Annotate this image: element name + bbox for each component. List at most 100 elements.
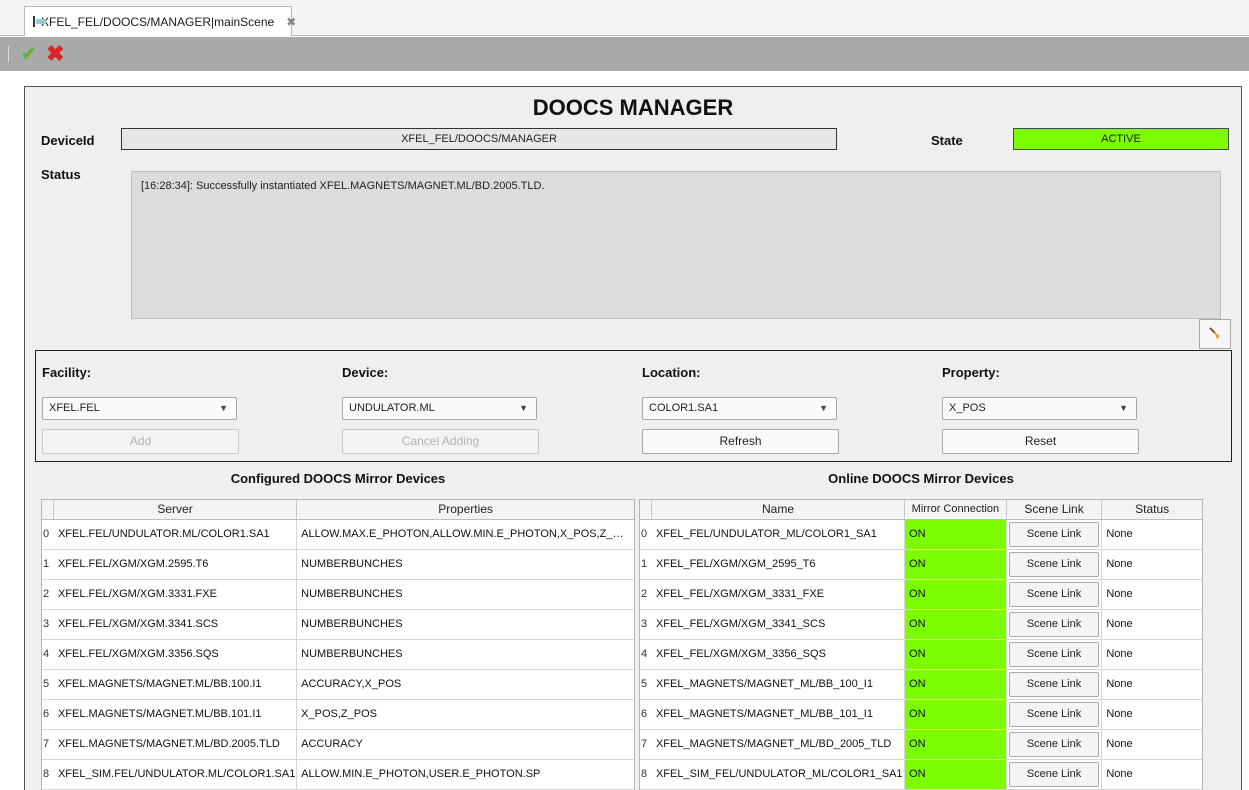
location-select[interactable]: COLOR1.SA1 ▼ [642, 397, 837, 420]
device-select[interactable]: UNDULATOR.ML ▼ [342, 397, 537, 420]
properties-cell[interactable]: NUMBERBUNCHES [297, 550, 634, 579]
tab-main-scene[interactable]: XFEL_FEL/DOOCS/MANAGER|mainScene ✖ [24, 6, 296, 36]
property-value: X_POS [949, 402, 986, 414]
column-header-scene-link[interactable]: Scene Link [1007, 500, 1103, 519]
server-cell[interactable]: XFEL_SIM.FEL/UNDULATOR.ML/COLOR1.SA1 [54, 760, 298, 789]
table-row[interactable]: 8 XFEL_SIM.FEL/UNDULATOR.ML/COLOR1.SA1 ALL… [42, 760, 634, 790]
column-header-properties[interactable]: Properties [297, 500, 634, 519]
scene-link-button[interactable]: Scene Link [1008, 702, 1100, 727]
table-row[interactable]: 2 XFEL.FEL/XGM/XGM.3331.FXE NUMBERBUNCHES [42, 580, 634, 610]
scene-link-cell: Scene Link [1007, 670, 1103, 699]
row-index: 7 [43, 738, 50, 750]
scene-link-button[interactable]: Scene Link [1008, 552, 1100, 577]
server-cell[interactable]: XFEL.MAGNETS/MAGNET.ML/BB.101.I1 [54, 700, 298, 729]
reset-button[interactable]: Reset [942, 429, 1139, 454]
table-row[interactable]: 6 XFEL_MAGNETS/MAGNET_ML/BB_101_I1 ON Scene… [640, 700, 1202, 730]
name-cell[interactable]: XFEL_MAGNETS/MAGNET_ML/BB_101_I1 [652, 700, 906, 729]
table-row[interactable]: 8 XFEL_SIM_FEL/UNDULATOR_ML/COLOR1_SA1 ON S… [640, 760, 1202, 790]
table-row[interactable]: 7 XFEL.MAGNETS/MAGNET.ML/BD.2005.TLD ACCUR… [42, 730, 634, 760]
device-id-field: XFEL_FEL/DOOCS/MANAGER [121, 128, 837, 150]
online-devices-title: Online DOOCS Mirror Devices [828, 471, 1014, 486]
name-cell[interactable]: XFEL_MAGNETS/MAGNET_ML/BD_2005_TLD [652, 730, 906, 759]
column-header-server[interactable]: Server [54, 500, 298, 519]
server-cell[interactable]: XFEL.MAGNETS/MAGNET.ML/BB.100.I1 [54, 670, 298, 699]
scene-link-cell: Scene Link [1007, 760, 1103, 789]
scene-link-button[interactable]: Scene Link [1008, 642, 1100, 667]
name-cell[interactable]: XFEL_FEL/XGM/XGM_2595_T6 [652, 550, 906, 579]
properties-cell[interactable]: ALLOW.MIN.E_PHOTON,USER.E_PHOTON.SP [297, 760, 634, 789]
scene-icon [33, 16, 46, 27]
properties-cell[interactable]: ACCURACY,X_POS [297, 670, 634, 699]
cancel-adding-button[interactable]: Cancel Adding [342, 429, 539, 454]
apply-check-icon[interactable]: ✔ [21, 45, 36, 63]
properties-cell[interactable]: ALLOW.MAX.E_PHOTON,ALLOW.MIN.E_PHOTON,X_… [297, 520, 634, 549]
column-header-status[interactable]: Status [1102, 500, 1202, 519]
table-row[interactable]: 4 XFEL_FEL/XGM/XGM_3356_SQS ON Scene Link No… [640, 640, 1202, 670]
row-index: 1 [43, 558, 50, 570]
device-value: UNDULATOR.ML [349, 402, 435, 414]
mirror-connection-cell: ON [905, 760, 1007, 789]
scene-link-button[interactable]: Scene Link [1008, 732, 1100, 757]
scene-link-button[interactable]: Scene Link [1008, 672, 1100, 697]
name-cell[interactable]: XFEL_FEL/UNDULATOR_ML/COLOR1_SA1 [652, 520, 906, 549]
column-header-name[interactable]: Name [652, 500, 906, 519]
table-row[interactable]: 2 XFEL_FEL/XGM/XGM_3331_FXE ON Scene Link No… [640, 580, 1202, 610]
server-cell[interactable]: XFEL.MAGNETS/MAGNET.ML/BD.2005.TLD [54, 730, 298, 759]
status-cell: None [1106, 558, 1133, 570]
table-row[interactable]: 0 XFEL_FEL/UNDULATOR_ML/COLOR1_SA1 ON Scene… [640, 520, 1202, 550]
scene-link-button[interactable]: Scene Link [1008, 582, 1100, 607]
row-index: 4 [641, 648, 648, 660]
table-row[interactable]: 6 XFEL.MAGNETS/MAGNET.ML/BB.101.I1 X_POS,Z… [42, 700, 634, 730]
table-row[interactable]: 1 XFEL.FEL/XGM/XGM.2595.T6 NUMBERBUNCHES [42, 550, 634, 580]
close-tab-icon[interactable]: ✖ [286, 15, 296, 29]
server-cell[interactable]: XFEL.FEL/XGM/XGM.3341.SCS [54, 610, 298, 639]
table-body: 0 XFEL.FEL/UNDULATOR.ML/COLOR1.SA1 ALLOW.M… [42, 520, 634, 790]
properties-cell[interactable]: NUMBERBUNCHES [297, 640, 634, 669]
name-cell[interactable]: XFEL_MAGNETS/MAGNET_ML/BB_100_I1 [652, 670, 906, 699]
table-row[interactable]: 5 XFEL.MAGNETS/MAGNET.ML/BB.100.I1 ACCURAC… [42, 670, 634, 700]
location-label: Location: [642, 365, 701, 380]
scene-link-button[interactable]: Scene Link [1008, 522, 1100, 547]
header-corner [42, 500, 54, 519]
name-cell[interactable]: XFEL_FEL/XGM/XGM_3356_SQS [652, 640, 906, 669]
row-index: 8 [43, 768, 50, 780]
server-cell[interactable]: XFEL.FEL/XGM/XGM.3331.FXE [54, 580, 298, 609]
scene-link-button[interactable]: Scene Link [1008, 612, 1100, 637]
properties-cell[interactable]: NUMBERBUNCHES [297, 580, 634, 609]
facility-select[interactable]: XFEL.FEL ▼ [42, 397, 237, 420]
facility-value: XFEL.FEL [49, 402, 100, 414]
server-cell[interactable]: XFEL.FEL/XGM/XGM.2595.T6 [54, 550, 298, 579]
table-row[interactable]: 4 XFEL.FEL/XGM/XGM.3356.SQS NUMBERBUNCHES [42, 640, 634, 670]
scene-link-cell: Scene Link [1007, 730, 1103, 759]
name-cell[interactable]: XFEL_FEL/XGM/XGM_3331_FXE [652, 580, 906, 609]
status-cell: None [1106, 648, 1133, 660]
properties-cell[interactable]: NUMBERBUNCHES [297, 610, 634, 639]
server-cell[interactable]: XFEL.FEL/XGM/XGM.3356.SQS [54, 640, 298, 669]
status-log: [16:28:34]: Successfully instantiated XF… [131, 171, 1221, 319]
name-cell[interactable]: XFEL_SIM_FEL/UNDULATOR_ML/COLOR1_SA1 [652, 760, 906, 789]
clear-log-button[interactable] [1199, 319, 1231, 349]
server-cell[interactable]: XFEL.FEL/UNDULATOR.ML/COLOR1.SA1 [54, 520, 298, 549]
table-row[interactable]: 5 XFEL_MAGNETS/MAGNET_ML/BB_100_I1 ON Scene… [640, 670, 1202, 700]
properties-cell[interactable]: ACCURACY [297, 730, 634, 759]
table-row[interactable]: 3 XFEL_FEL/XGM/XGM_3341_SCS ON Scene Link No… [640, 610, 1202, 640]
property-select[interactable]: X_POS ▼ [942, 397, 1137, 420]
name-cell[interactable]: XFEL_FEL/XGM/XGM_3341_SCS [652, 610, 906, 639]
cancel-x-icon[interactable]: ✖ [46, 43, 64, 65]
chevron-down-icon: ▼ [519, 403, 528, 413]
configured-devices-title: Configured DOOCS Mirror Devices [230, 471, 446, 486]
table-row[interactable]: 3 XFEL.FEL/XGM/XGM.3341.SCS NUMBERBUNCHES [42, 610, 634, 640]
mirror-connection-cell: ON [905, 640, 1007, 669]
table-row[interactable]: 0 XFEL.FEL/UNDULATOR.ML/COLOR1.SA1 ALLOW.M… [42, 520, 634, 550]
column-header-mirror-connection[interactable]: Mirror Connection [905, 500, 1007, 519]
table-row[interactable]: 1 XFEL_FEL/XGM/XGM_2595_T6 ON Scene Link Non… [640, 550, 1202, 580]
table-row[interactable]: 7 XFEL_MAGNETS/MAGNET_ML/BD_2005_TLD ON Sce… [640, 730, 1202, 760]
mirror-connection-cell: ON [905, 580, 1007, 609]
add-button[interactable]: Add [42, 429, 239, 454]
row-index: 5 [641, 678, 648, 690]
filter-panel: Facility: XFEL.FEL ▼ Add Device: UNDULAT… [35, 350, 1232, 462]
refresh-button[interactable]: Refresh [642, 429, 839, 454]
toolbar: ✔ ✖ [0, 37, 1249, 71]
properties-cell[interactable]: X_POS,Z_POS [297, 700, 634, 729]
scene-link-button[interactable]: Scene Link [1008, 762, 1100, 787]
